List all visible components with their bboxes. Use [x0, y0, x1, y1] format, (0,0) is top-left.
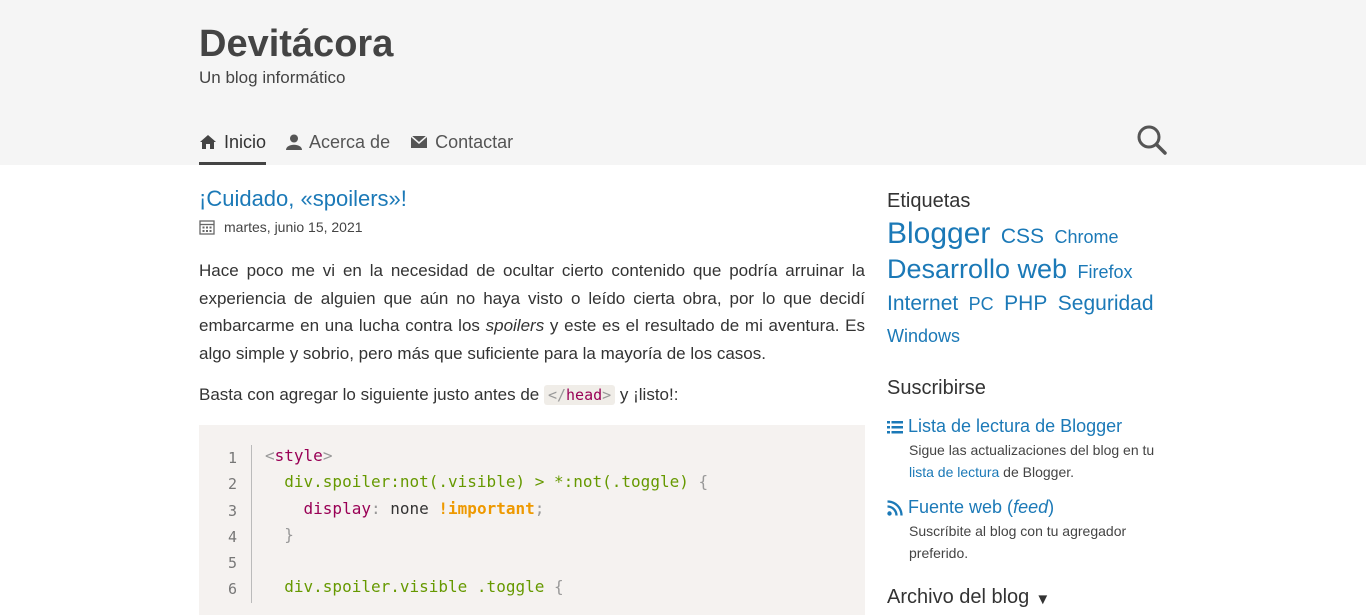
post-paragraph: Basta con agregar lo siguiente justo ant…: [199, 381, 865, 410]
feed-label: Fuente web (feed): [908, 497, 1054, 518]
archive-toggle-icon: ▼: [1035, 590, 1051, 608]
tag-chrome[interactable]: Chrome: [1055, 227, 1119, 247]
code-punct: >: [322, 446, 333, 465]
nav-item-contactar[interactable]: Contactar: [410, 122, 513, 162]
line-number: 4: [227, 527, 237, 546]
text: y ¡listo!:: [615, 385, 679, 404]
nav-item-inicio[interactable]: Inicio: [199, 122, 267, 165]
code-block[interactable]: 1 2 3 4 5 6 <style> div.spoiler:not(.vis…: [199, 425, 865, 615]
feed-link[interactable]: Fuente web (feed): [887, 497, 1167, 518]
reading-list-label: Lista de lectura de Blogger: [908, 416, 1123, 436]
labels-heading: Etiquetas: [887, 190, 971, 212]
code-punct: ;: [534, 498, 545, 518]
tag-cloud: Blogger CSS Chrome Desarrollo web Firefo…: [887, 219, 1167, 353]
post-date-text: martes, junio 15, 2021: [224, 219, 363, 235]
envelope-icon: [410, 135, 428, 148]
site-header: Devitácora Un blog informático Inicio Ac…: [0, 0, 1366, 165]
tag-php[interactable]: PHP: [1004, 292, 1047, 315]
nav-item-acerca[interactable]: Acerca de: [286, 122, 390, 162]
reading-list-inline-link[interactable]: lista de lectura: [909, 464, 999, 480]
line-number: 5: [227, 554, 237, 573]
inline-code: </head>: [543, 385, 616, 405]
text: ): [1048, 497, 1055, 517]
code-tag: head: [566, 386, 603, 404]
site-title[interactable]: Devitácora: [199, 20, 393, 68]
post-title[interactable]: ¡Cuidado, «spoilers»!: [199, 186, 407, 212]
reading-list-link[interactable]: Lista de lectura de Blogger: [887, 416, 1167, 437]
code-line: <style>: [265, 443, 708, 469]
line-number: 2: [227, 475, 237, 494]
search-icon: [1137, 125, 1167, 155]
archive-heading-label: Archivo del blog: [887, 586, 1030, 608]
subscribe-heading: Suscribirse: [887, 377, 986, 399]
tag-css[interactable]: CSS: [1001, 225, 1044, 248]
code-line: display: none !important;: [265, 496, 708, 522]
code-punct: </: [547, 386, 567, 404]
main-nav: Inicio Acerca de Contactar: [199, 122, 533, 165]
code-line: div.spoiler.visible .toggle {: [265, 574, 708, 600]
code-value: none: [380, 498, 439, 518]
code-important: !important: [438, 498, 535, 518]
code-punct: <: [265, 446, 275, 465]
code-selector: div.spoiler.visible .toggle: [265, 577, 554, 597]
post-paragraph: Hace poco me vi en la necesidad de ocult…: [199, 257, 865, 367]
tag-blogger[interactable]: Blogger: [887, 217, 990, 250]
code-property: display: [303, 498, 371, 518]
line-number: 3: [227, 501, 237, 520]
nav-item-label: Contactar: [435, 131, 514, 152]
text: Basta con agregar lo siguiente justo ant…: [199, 385, 544, 404]
list-icon: [887, 420, 903, 433]
text: Fuente web (: [908, 497, 1014, 517]
tag-pc[interactable]: PC: [969, 294, 994, 314]
code-line: }: [265, 524, 294, 544]
feed-desc: Suscríbite al blog con tu agregador pref…: [909, 523, 1127, 561]
code-selector: div.spoiler:not(.visible) > *:not(.toggl…: [265, 472, 699, 492]
code-punct: {: [553, 577, 564, 597]
post-date: martes, junio 15, 2021: [199, 219, 363, 235]
reading-list-block: Lista de lectura de Blogger Sigue las ac…: [887, 416, 1167, 483]
sidebar: Etiquetas Blogger CSS Chrome Desarrollo …: [887, 190, 1167, 609]
calendar-icon: [199, 220, 215, 235]
code-tag: style: [274, 446, 323, 465]
code-line: div.spoiler:not(.visible) > *:not(.toggl…: [265, 469, 708, 495]
tag-firefox[interactable]: Firefox: [1078, 262, 1133, 282]
tag-seguridad[interactable]: Seguridad: [1058, 292, 1154, 315]
site-description: Un blog informático: [199, 68, 346, 87]
reading-list-desc: Sigue las actualizaciones del blog en tu…: [909, 439, 1167, 483]
line-number: 1: [227, 449, 237, 467]
archive-heading[interactable]: Archivo del blog ▼: [887, 586, 1167, 609]
code-punct: >: [602, 386, 612, 404]
tag-windows[interactable]: Windows: [887, 326, 960, 346]
tag-desarrollo-web[interactable]: Desarrollo web: [887, 254, 1067, 284]
rss-icon: [887, 499, 903, 516]
code-punct: :: [370, 498, 381, 518]
line-number: 6: [227, 580, 237, 599]
emphasis: feed: [1013, 497, 1049, 517]
nav-item-label: Acerca de: [309, 131, 391, 152]
search-button[interactable]: [1136, 124, 1168, 156]
code-lines: <style> div.spoiler:not(.visible) > *:no…: [265, 443, 708, 601]
text: Sigue las actualizaciones del blog en tu: [909, 442, 1155, 458]
text: de Blogger.: [999, 464, 1075, 480]
tag-internet[interactable]: Internet: [887, 292, 958, 315]
line-numbers: 1 2 3 4 5 6: [199, 445, 252, 603]
post-body: Hace poco me vi en la necesidad de ocult…: [199, 257, 865, 424]
emphasis: spoilers: [485, 316, 545, 335]
nav-item-label: Inicio: [224, 131, 267, 152]
code-punct: {: [698, 472, 709, 492]
user-icon: [286, 134, 303, 150]
home-icon: [200, 135, 216, 149]
feed-block: Fuente web (feed) Suscríbite al blog con…: [887, 497, 1167, 564]
